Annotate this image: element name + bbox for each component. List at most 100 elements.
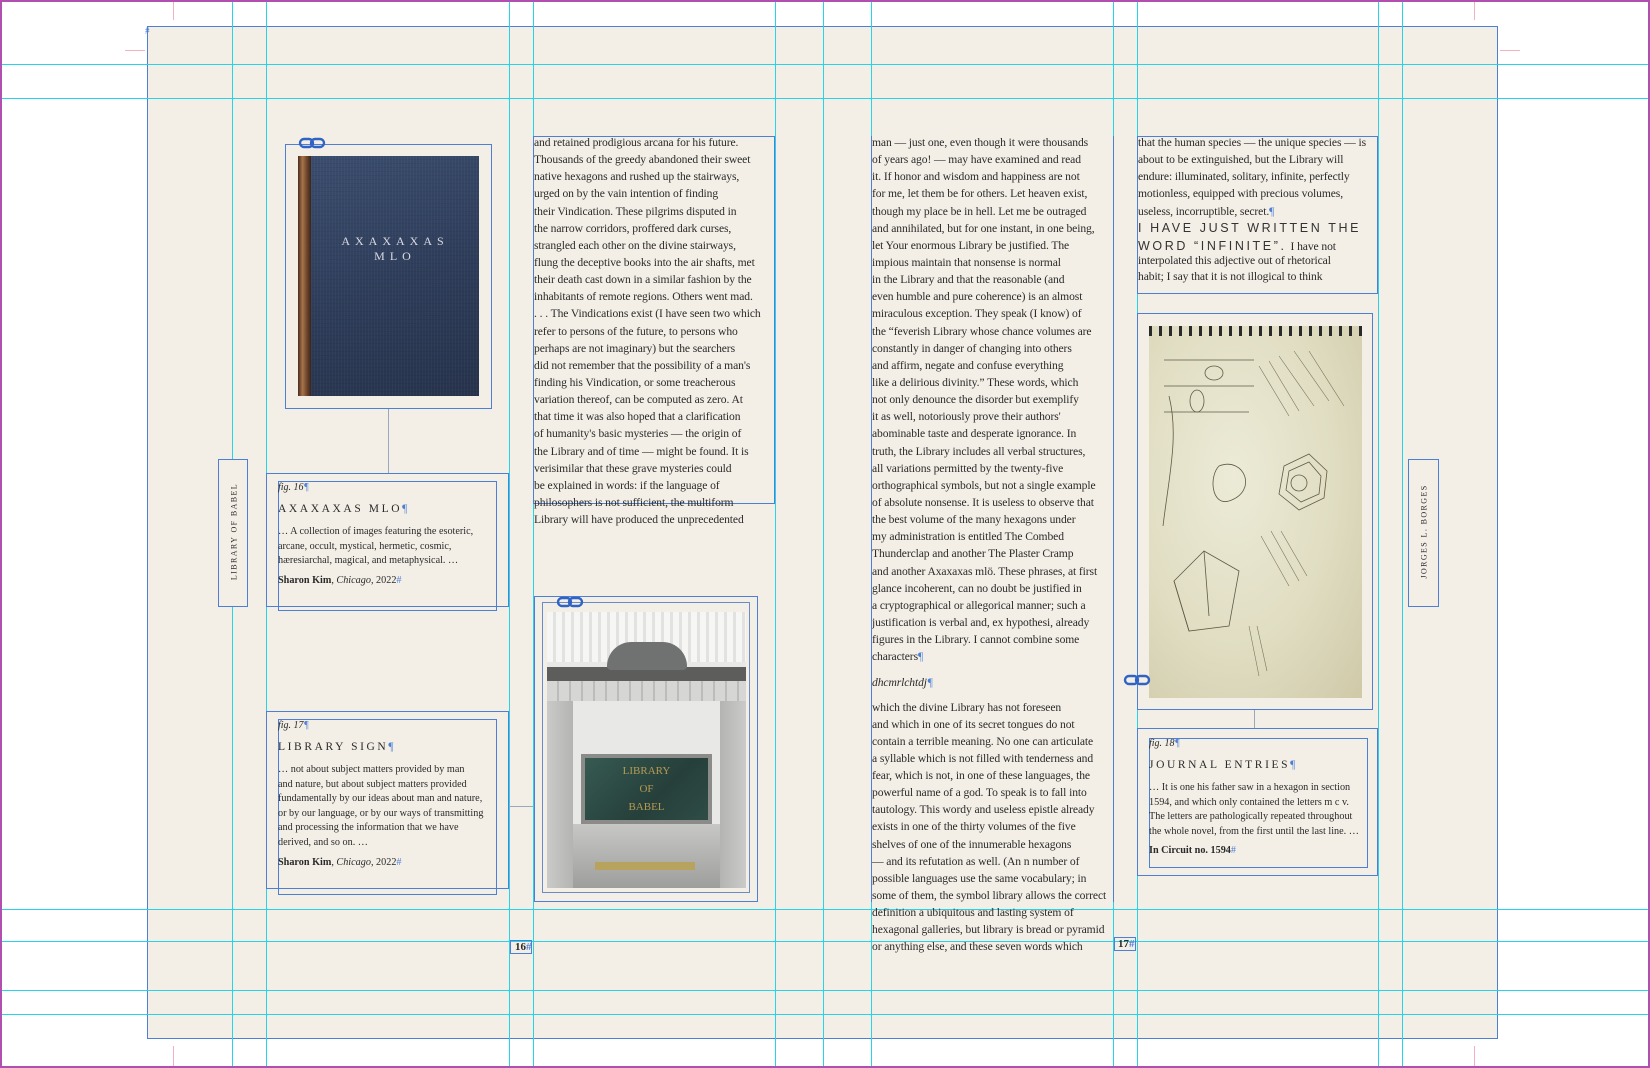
caption-body-line: and processing the information that we h…	[278, 822, 459, 834]
row-guide[interactable]	[0, 98, 1650, 99]
paragraph-space	[872, 693, 1113, 700]
text-line: verisimilar that these grave mysteries c…	[534, 461, 732, 475]
book-cover-image[interactable]: AXAXAXAS MLO	[298, 156, 479, 396]
text-line: glance incoherent, can no doubt be justi…	[872, 581, 1082, 595]
text-line: man — just one, even though it were thou…	[872, 136, 1089, 149]
text-line: though my place be in hell. Let me be ou…	[872, 204, 1087, 218]
text-line: interpolated this adjective out of rheto…	[1138, 254, 1331, 267]
right-sidebar-tab[interactable]: JORGES L. BORGES	[1408, 459, 1439, 607]
text-line: possible languages use the same vocabula…	[872, 871, 1087, 885]
right-sidebar-label: JORGES L. BORGES	[1419, 484, 1429, 579]
text-line: dhcmrlchtdj¶	[872, 676, 933, 690]
text-line: figures in the Library. I cannot combine…	[872, 633, 1080, 647]
text-line: abominable taste and desperate ignorance…	[872, 427, 1077, 441]
section-heading: I HAVE JUST WRITTEN THE	[1138, 221, 1362, 235]
column-guide[interactable]	[775, 0, 776, 1068]
text-span: useless, incorruptible, secret.	[1138, 204, 1270, 218]
text-line: the best volume of the many hexagons und…	[872, 513, 1076, 527]
caption-credit: Sharon Kim, Chicago, 2022#	[278, 856, 402, 868]
column-guide[interactable]	[509, 0, 510, 1068]
text-line: exists in one of the thirty volumes of t…	[872, 820, 1076, 834]
text-line: and annihilated, but for one instant, in…	[872, 221, 1095, 235]
text-line: be explained in words: if the language o…	[534, 478, 720, 492]
text-line: endure: illuminated, solitary, infinite,…	[1138, 170, 1350, 184]
text-line: and which in one of its secret tongues d…	[872, 717, 1075, 731]
sign-line: OF	[639, 783, 654, 795]
caption-body-line: arcane, occult, mystical, hermetic, cosm…	[278, 540, 452, 552]
text-line: shelves of one of the innumerable hexago…	[872, 837, 1072, 851]
link-icon[interactable]	[556, 595, 584, 609]
link-icon[interactable]	[1123, 673, 1151, 687]
credit-name: Sharon Kim	[278, 856, 332, 868]
caption-body-line: and nature, but about subject matters pr…	[278, 778, 467, 790]
row-guide[interactable]	[0, 909, 1650, 910]
caption-fig-16[interactable]: fig. 16¶ AXAXAXAS MLO¶ … A collection of…	[278, 482, 497, 586]
connector-line	[388, 409, 389, 473]
text-line: about to be extinguished, but the Librar…	[1138, 153, 1344, 167]
row-guide[interactable]	[0, 64, 1650, 65]
link-icon[interactable]	[298, 136, 326, 150]
pencil-sketch	[1162, 350, 1345, 677]
row-guide[interactable]	[0, 941, 1650, 942]
text-line: powerful name of a god. To speak is to f…	[872, 786, 1087, 800]
text-line: a cryptographical or allegorical manner;…	[872, 598, 1086, 612]
caption-fig-18[interactable]: fig. 18¶ JOURNAL ENTRIES¶ … It is one hi…	[1149, 738, 1368, 856]
body-column-b: man — just one, even though it were thou…	[872, 135, 1113, 957]
text-span: I have not	[1290, 240, 1336, 253]
text-line: and retained prodigious arcana for his f…	[534, 136, 739, 149]
text-line: and another Axaxaxas mlö. These phrases,…	[872, 564, 1098, 578]
page-number-text: 16	[515, 941, 526, 953]
credit-year: , 2022	[370, 574, 397, 586]
text-line: like a delirious divinity.” These words,…	[872, 375, 1079, 389]
caption-body: … It is one his father saw in a hexagon …	[1149, 781, 1368, 839]
column-guide[interactable]	[1378, 0, 1379, 1068]
caption-body-line: the whole novel, from the first until th…	[1149, 825, 1359, 837]
text-line: orthographical symbols, but not a single…	[872, 478, 1096, 492]
caption-body: … not about subject matters provided by …	[278, 763, 497, 851]
greek-key-frieze	[547, 681, 746, 701]
column-guide[interactable]	[823, 0, 824, 1068]
section-heading: WORD “INFINITE”.	[1138, 239, 1287, 253]
bleed-mark	[1474, 0, 1475, 20]
caption-credit: Sharon Kim, Chicago, 2022#	[278, 574, 402, 586]
sign-line: BABEL	[628, 801, 665, 813]
text-line: fear, which is not, in one of these lang…	[872, 769, 1090, 783]
sketchbook-image[interactable]	[1149, 326, 1362, 698]
text-line: did not remember that the possibility of…	[534, 358, 751, 372]
book-title-line2: MLO	[374, 249, 416, 263]
text-line: variation thereof, can be computed as ze…	[534, 393, 743, 407]
brass-plate	[595, 862, 695, 870]
text-line: constantly in danger of changing into ot…	[872, 341, 1072, 355]
text-line: it as well, notoriously prove their auth…	[872, 410, 1061, 424]
left-sidebar-label: LIBRARY OF BABEL	[229, 482, 239, 581]
text-line: finding his Vindication, or some treache…	[534, 375, 736, 389]
caption-title: AXAXAXAS MLO	[278, 503, 403, 515]
left-sidebar-tab[interactable]: LIBRARY OF BABEL	[218, 459, 248, 607]
bleed-mark	[173, 1046, 174, 1066]
caption-fig-label: fig. 18	[1149, 738, 1175, 749]
caption-body-line: fundamentally by our ideas about man and…	[278, 793, 483, 805]
column-guide[interactable]	[1402, 0, 1403, 1068]
text-line: it. If honor and wisdom and happiness ar…	[872, 170, 1080, 184]
row-guide[interactable]	[0, 1014, 1650, 1015]
text-line: philosophers is not sufficient, the mult…	[534, 495, 734, 509]
sign-text: LIBRARY OF BABEL	[585, 762, 708, 816]
caption-body-line: hæresiarchal, magical, and metaphysical.…	[278, 555, 459, 567]
caption-body-line: … A collection of images featuring the e…	[278, 526, 474, 537]
frame-marker: #	[145, 26, 150, 36]
text-line: miraculous exception. They speak (I know…	[872, 307, 1082, 321]
row-guide[interactable]	[0, 990, 1650, 991]
credit-year: , 2022	[370, 856, 397, 868]
library-sign-image[interactable]: LIBRARY OF BABEL	[547, 612, 746, 888]
column-c-heading-block: I HAVE JUST WRITTEN THE WORD “INFINITE”.…	[1138, 221, 1378, 285]
text-line: strangled each other on the divine stair…	[534, 238, 736, 252]
caption-fig-17[interactable]: fig. 17¶ LIBRARY SIGN¶ … not about subje…	[278, 720, 497, 868]
caption-credit: In Circuit no. 1594#	[1149, 845, 1236, 857]
text-frame-edge	[1113, 136, 1114, 902]
credit-name: In Circuit no. 1594	[1149, 845, 1231, 857]
right-pilaster	[720, 701, 746, 888]
bleed-mark	[125, 50, 145, 51]
book-cover	[311, 156, 479, 396]
text-line: urged on by the vain intention of findin…	[534, 187, 719, 201]
text-line: which the divine Library has not foresee…	[872, 700, 1062, 714]
